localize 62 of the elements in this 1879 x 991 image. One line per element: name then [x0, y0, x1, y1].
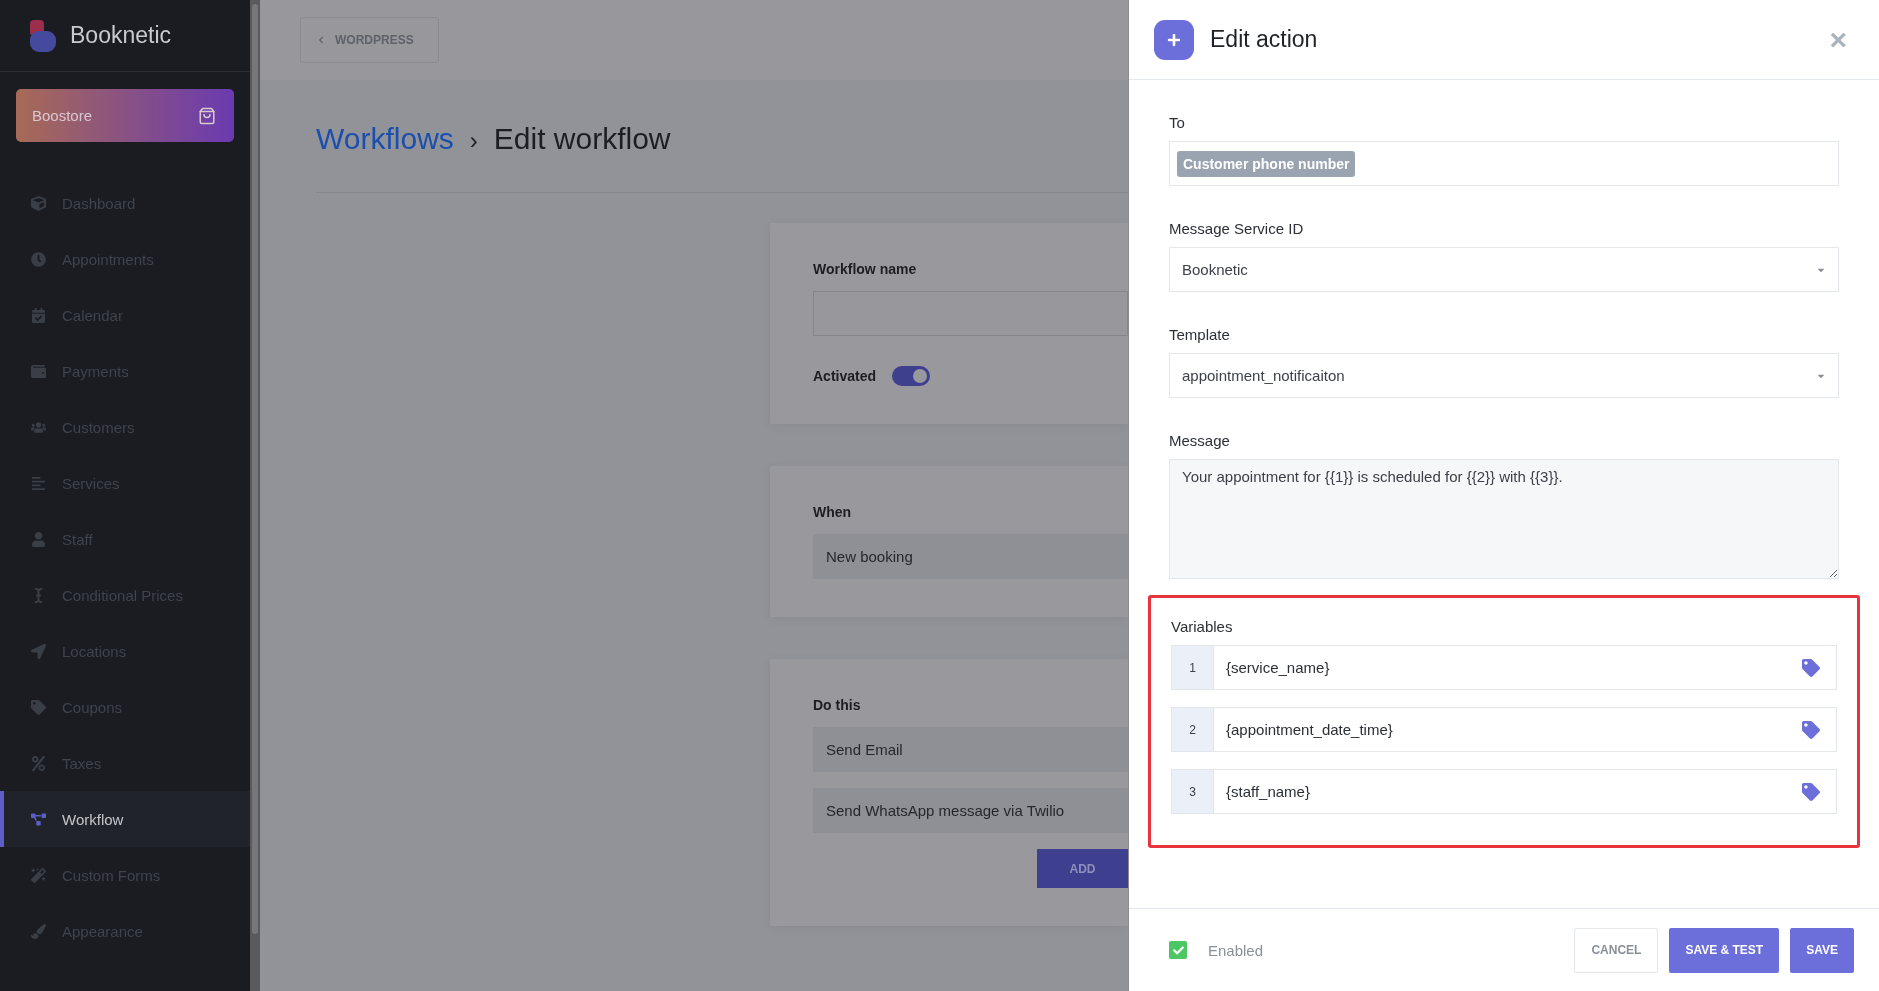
save-button[interactable]: SAVE & TEST [1669, 927, 1780, 973]
variable-field[interactable]: {staff_name} [1214, 769, 1837, 814]
shopping-bag-icon [198, 106, 216, 125]
variable-index: 3 [1171, 769, 1214, 814]
brand-name: Booknetic [70, 22, 171, 49]
dropdown-select[interactable]: appointment_notificaiton [1169, 353, 1839, 398]
list-icon [31, 475, 46, 491]
breadcrumb-link[interactable]: Workflows [316, 122, 454, 156]
calendar-check-icon [31, 307, 46, 323]
sidebar-item[interactable]: Workflow [0, 791, 250, 847]
toggle-label: Activated [813, 368, 877, 384]
clock-icon [31, 251, 46, 267]
field-label: Message [1169, 432, 1231, 449]
variable-field[interactable]: {service_name} [1214, 645, 1837, 690]
tag-icon[interactable] [1802, 658, 1820, 677]
recipient-field[interactable]: Customer phone number [1169, 141, 1839, 186]
tag-icon[interactable] [1802, 782, 1820, 801]
activated-toggle[interactable] [892, 366, 931, 386]
brush-icon [31, 923, 46, 939]
section-label: Do this [813, 697, 861, 713]
save-button[interactable]: SAVE [1790, 927, 1854, 973]
field-label: To [1169, 114, 1186, 131]
tag-icon[interactable] [1802, 720, 1820, 739]
variable-index: 2 [1171, 707, 1214, 752]
cancel-button[interactable]: CANCEL [1574, 927, 1659, 973]
variable-field[interactable]: {appointment_date_time} [1214, 707, 1837, 752]
enabled-checkbox[interactable] [1169, 941, 1187, 959]
user-icon [31, 531, 46, 547]
dropdown-select[interactable]: Booknetic [1169, 247, 1839, 292]
breadcrumb-separator: › [469, 127, 478, 155]
field-label: Message Service ID [1169, 220, 1305, 237]
trigger-item[interactable]: New booking [813, 534, 1128, 579]
tag-icon [31, 699, 46, 715]
action-item[interactable]: Send WhatsApp message via Twilio [813, 788, 1128, 833]
scrollbar[interactable] [250, 0, 260, 991]
field-label: Template [1169, 326, 1231, 343]
checkmark-icon [1172, 944, 1184, 956]
variable-index: 1 [1171, 645, 1214, 690]
checkbox-label: Enabled [1208, 941, 1265, 959]
magic-wand-icon [31, 867, 46, 883]
users-icon [31, 419, 46, 435]
workflow-name-field[interactable] [813, 291, 1128, 336]
cube-icon [31, 195, 46, 211]
chevron-left-icon [317, 36, 325, 44]
arrow-icon [31, 643, 46, 659]
close-button[interactable]: × [1829, 24, 1847, 55]
percent-icon [31, 755, 46, 771]
add-button[interactable]: ADD [1037, 849, 1128, 888]
page-title: Edit workflow [493, 122, 671, 156]
wallet-icon [31, 363, 46, 379]
message-field[interactable]: Your appointment for {{1}} is scheduled for {{2}} with {{3}}. [1169, 459, 1839, 579]
field-label: Workflow name [813, 261, 917, 277]
recipient-tag[interactable]: Customer phone number [1177, 150, 1356, 177]
logo-icon [30, 19, 56, 52]
section-label: When [813, 504, 852, 520]
panel-title: Edit action [1210, 26, 1319, 53]
diagram-icon [31, 811, 46, 827]
back-button[interactable]: WORDPRESS [300, 17, 439, 63]
action-item[interactable]: Send Email [813, 727, 1128, 772]
boostore-button[interactable]: Boostore [16, 89, 234, 142]
plus-icon [1154, 19, 1194, 60]
field-label: Variables [1171, 618, 1234, 635]
